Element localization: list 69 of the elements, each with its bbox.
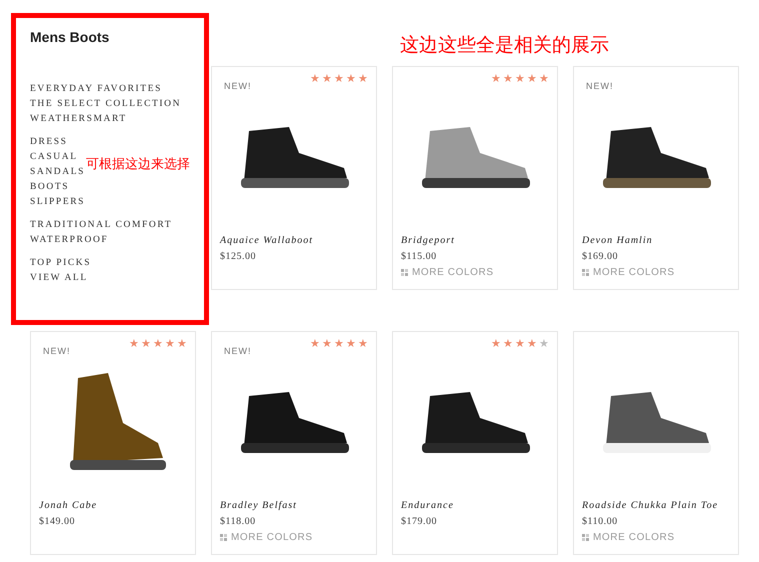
product-card[interactable]: ★ ★ ★ ★ ★ Bridgeport $115.00 MORE COLORS <box>392 66 558 290</box>
category-link[interactable]: TRADITIONAL COMFORT <box>30 218 172 233</box>
new-label: NEW! <box>43 346 70 356</box>
product-name: Aquaice Wallaboot <box>220 235 314 246</box>
star-icon: ★ <box>527 338 537 350</box>
color-grid-icon <box>220 534 227 541</box>
product-price: $125.00 <box>220 251 257 262</box>
star-icon: ★ <box>515 73 525 85</box>
star-icon: ★ <box>310 73 320 85</box>
color-grid-icon <box>582 534 589 541</box>
star-icon: ★ <box>334 73 344 85</box>
category-link[interactable]: VIEW ALL <box>30 271 88 286</box>
color-grid-icon <box>401 269 408 276</box>
annotation-note: 可根据这边来选择 <box>86 156 190 173</box>
category-link[interactable]: CASUAL <box>30 150 78 165</box>
product-name: Bridgeport <box>401 235 456 246</box>
star-icon: ★ <box>153 338 163 350</box>
product-name: Devon Hamlin <box>582 235 654 246</box>
category-link[interactable]: EVERYDAY FAVORITES <box>30 82 162 97</box>
star-icon: ★ <box>358 73 368 85</box>
new-label: NEW! <box>224 81 252 91</box>
product-name: Bradley Belfast <box>220 500 298 511</box>
product-price: $115.00 <box>401 251 438 262</box>
product-card[interactable]: NEW! Devon Hamlin $169.00 MORE COLORS <box>573 66 739 290</box>
color-grid-icon <box>582 269 589 276</box>
star-icon: ★ <box>539 338 549 350</box>
category-link[interactable]: WEATHERSMART <box>30 112 127 127</box>
star-icon: ★ <box>539 73 549 85</box>
star-icon: ★ <box>141 338 151 350</box>
product-card[interactable]: NEW! ★ ★ ★ ★ ★ Bradley Belfast $118.00 MORE COLORS <box>211 331 377 555</box>
star-icon: ★ <box>515 338 525 350</box>
product-price: $149.00 <box>39 516 76 527</box>
annotation-note: 这边这些全是相关的展示 <box>400 33 609 58</box>
star-icon: ★ <box>527 73 537 85</box>
category-title: Mens Boots <box>30 28 110 46</box>
product-card[interactable]: Roadside Chukka Plain Toe $110.00 MORE COLORS <box>573 331 739 555</box>
star-icon: ★ <box>358 338 368 350</box>
product-price: $110.00 <box>582 516 619 527</box>
product-price: $118.00 <box>220 516 257 527</box>
star-icon: ★ <box>346 73 356 85</box>
product-card[interactable]: NEW! ★ ★ ★ ★ ★ Aquaice Wallaboot $125.00 <box>211 66 377 290</box>
category-link[interactable]: SANDALS <box>30 165 86 180</box>
product-card[interactable]: ★ ★ ★ ★ ★ Endurance $179.00 <box>392 331 558 555</box>
product-price: $179.00 <box>401 516 438 527</box>
star-icon: ★ <box>346 338 356 350</box>
star-icon: ★ <box>503 338 513 350</box>
new-label: NEW! <box>586 81 614 91</box>
product-card[interactable]: NEW! ★ ★ ★ ★ ★ Jonah Cabe $149.00 <box>30 331 196 555</box>
star-icon: ★ <box>503 73 513 85</box>
star-icon: ★ <box>491 338 501 350</box>
category-link[interactable]: WATERPROOF <box>30 233 108 248</box>
category-link[interactable]: DRESS <box>30 135 68 150</box>
star-icon: ★ <box>177 338 187 350</box>
category-link[interactable]: TOP PICKS <box>30 256 92 271</box>
star-icon: ★ <box>322 338 332 350</box>
category-link[interactable]: SLIPPERS <box>30 195 86 210</box>
star-icon: ★ <box>334 338 344 350</box>
category-link[interactable]: BOOTS <box>30 180 70 195</box>
new-label: NEW! <box>224 346 252 356</box>
category-link[interactable]: THE SELECT COLLECTION <box>30 97 182 112</box>
product-name: Jonah Cabe <box>39 500 98 511</box>
product-name: Endurance <box>401 500 455 511</box>
product-name: Roadside Chukka Plain Toe <box>582 500 720 511</box>
star-icon: ★ <box>310 338 320 350</box>
star-icon: ★ <box>322 73 332 85</box>
star-icon: ★ <box>491 73 501 85</box>
star-icon: ★ <box>129 338 139 350</box>
star-icon: ★ <box>165 338 175 350</box>
product-price: $169.00 <box>582 251 619 262</box>
